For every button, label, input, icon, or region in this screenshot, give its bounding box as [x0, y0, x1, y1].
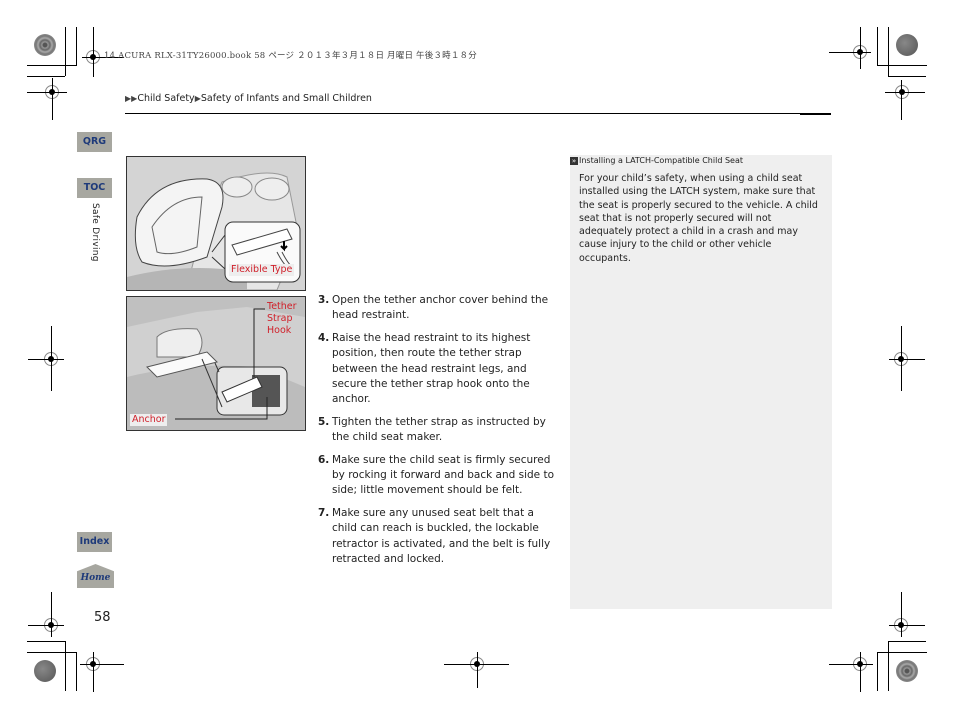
- step-number: 7.: [318, 506, 330, 519]
- crop-mark: [51, 326, 52, 391]
- breadcrumb: ▶▶Child Safety▶Safety of Infants and Sma…: [125, 93, 372, 104]
- crop-mark: [477, 652, 478, 688]
- step-number: 5.: [318, 415, 330, 428]
- printer-disc-icon: [34, 660, 56, 682]
- printer-disc-icon: [896, 34, 918, 56]
- crop-mark: [888, 641, 889, 691]
- step-number: 4.: [318, 331, 330, 344]
- crop-mark: [27, 652, 77, 653]
- crop-mark: [27, 76, 65, 77]
- crop-mark: [889, 359, 925, 360]
- crop-mark: [27, 92, 67, 93]
- note-body: For your child’s safety, when using a ch…: [579, 173, 818, 264]
- printer-rosette-icon: [896, 660, 918, 682]
- figure-label-flexible-type: Flexible Type: [229, 264, 295, 276]
- crop-mark: [888, 27, 889, 76]
- crop-mark: [80, 664, 124, 665]
- crop-mark: [76, 652, 77, 691]
- crop-mark: [877, 652, 927, 653]
- crop-mark: [829, 52, 871, 53]
- crop-mark: [76, 27, 77, 65]
- crop-mark: [93, 27, 94, 77]
- crop-mark: [65, 27, 66, 76]
- crop-mark: [800, 114, 831, 115]
- qrg-button[interactable]: QRG: [77, 132, 112, 152]
- crop-mark: [829, 664, 873, 665]
- section-label: Safe Driving: [90, 203, 100, 262]
- step-item: 7. Make sure any unused seat belt that a…: [318, 506, 558, 568]
- note-title-text: Installing a LATCH-Compatible Child Seat: [579, 156, 743, 165]
- crop-mark: [901, 80, 902, 120]
- figure-label-tether-strap-hook: Tether Strap Hook: [267, 301, 297, 336]
- page-number: 58: [94, 610, 111, 625]
- crop-mark: [860, 27, 861, 69]
- breadcrumb-arrow-icon: ▶▶: [125, 94, 138, 103]
- note-reference-icon: »: [570, 157, 578, 165]
- crop-mark: [860, 652, 861, 692]
- printer-rosette-icon: [34, 34, 56, 56]
- step-text: Tighten the tether strap as instructed b…: [332, 415, 546, 444]
- crop-mark: [888, 76, 926, 77]
- note-title: » Installing a LATCH-Compatible Child Sea…: [570, 156, 743, 165]
- crop-mark: [27, 65, 77, 66]
- print-header: 14 ACURA RLX-31TY26000.book 58 ページ ２０１３年…: [104, 51, 477, 61]
- index-button[interactable]: Index: [77, 532, 112, 552]
- step-text: Open the tether anchor cover behind the …: [332, 294, 549, 322]
- figure-child-seat-latch: Flexible Type: [126, 156, 306, 291]
- crop-mark: [888, 641, 926, 642]
- crop-mark: [901, 592, 902, 637]
- instruction-steps: 3. Open the tether anchor cover behind t…: [318, 293, 558, 575]
- crop-mark: [52, 78, 53, 120]
- crop-mark: [28, 359, 64, 360]
- step-item: 5. Tighten the tether strap as instructe…: [318, 415, 558, 446]
- breadcrumb-link-child-safety[interactable]: Child Safety: [137, 93, 194, 104]
- crop-mark: [877, 65, 927, 66]
- crop-mark: [93, 652, 94, 692]
- crop-mark: [51, 592, 52, 637]
- step-text: Raise the head restraint to its highest …: [332, 331, 531, 406]
- crop-mark: [28, 625, 64, 626]
- crop-mark: [65, 641, 66, 691]
- step-number: 3.: [318, 294, 330, 306]
- step-item: 4. Raise the head restraint to its highe…: [318, 331, 558, 408]
- home-button[interactable]: Home: [77, 564, 114, 588]
- step-number: 6.: [318, 453, 330, 466]
- crop-mark: [877, 27, 878, 65]
- step-item: 6. Make sure the child seat is firmly se…: [318, 453, 558, 499]
- crop-mark: [27, 641, 65, 642]
- side-note: » Installing a LATCH-Compatible Child Sea…: [570, 155, 832, 609]
- breadcrumb-current: Safety of Infants and Small Children: [200, 93, 372, 104]
- crop-mark: [885, 92, 925, 93]
- figure-label-anchor: Anchor: [130, 414, 168, 426]
- header-rule: [125, 113, 831, 114]
- figure-tether-anchor: Tether Strap Hook Anchor: [126, 296, 306, 431]
- crop-mark: [889, 625, 925, 626]
- step-item: 3. Open the tether anchor cover behind t…: [318, 293, 558, 324]
- step-text: Make sure any unused seat belt that a ch…: [332, 506, 551, 566]
- toc-button[interactable]: TOC: [77, 178, 112, 198]
- crop-mark: [877, 652, 878, 691]
- step-text: Make sure the child seat is firmly secur…: [332, 453, 554, 497]
- crop-mark: [901, 326, 902, 391]
